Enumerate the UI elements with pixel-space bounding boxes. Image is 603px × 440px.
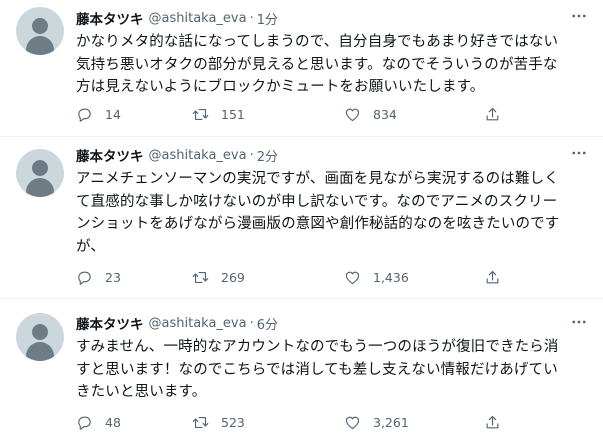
separator: · bbox=[249, 147, 254, 163]
retweet-icon bbox=[192, 108, 209, 120]
tweet-text-line: ンショットをあげながら漫画版の意図や創作秘話的なのを呟きたいのです bbox=[76, 216, 560, 232]
share-button[interactable] bbox=[484, 267, 513, 287]
separator: · bbox=[249, 315, 254, 331]
tweet-text-line: 気持ち悪いオタクの部分が見えると思います。なのでそういうのが苦手な bbox=[76, 56, 558, 73]
avatar[interactable] bbox=[16, 7, 64, 55]
share-button[interactable] bbox=[484, 412, 513, 432]
like-icon bbox=[345, 416, 360, 429]
like-button[interactable]: 1,436 bbox=[344, 267, 409, 287]
tweet-text: すみません、一時的なアカウントなのでもう一つのほうが復旧できたら消 すと思います… bbox=[76, 336, 588, 404]
tweet-text-line: すみません、一時的なアカウントなのでもう一つのほうが復旧できたら消 bbox=[76, 339, 559, 355]
tweet-text-line: 方は見えないようにブロックかミュートをお願いいたします。 bbox=[76, 79, 485, 95]
tweet-text-line: アニメチェンソーマンの実況ですが、画面を見ながら実況するのは難しく bbox=[76, 171, 559, 187]
reply-count: 14 bbox=[105, 106, 121, 122]
action-bar: 14 151 834 bbox=[76, 104, 516, 124]
reply-count: 23 bbox=[105, 269, 121, 285]
reply-button[interactable]: 23 bbox=[76, 267, 121, 287]
separator: · bbox=[249, 10, 254, 26]
retweet-button[interactable]: 151 bbox=[192, 104, 245, 124]
tweet-text-line: て直感的な事しか呟けないのが申し訳ないです。なのでアニメのスクリー bbox=[76, 193, 558, 210]
timestamp[interactable]: 1分 bbox=[257, 9, 278, 28]
tweet-text-line: すと思います！なのでこちらでは消しても差し支えない情報だけあげてい bbox=[76, 361, 558, 378]
share-button[interactable] bbox=[484, 104, 513, 124]
tweet-text: かなりメタ的な話になってしまうので、自分自身でもあまり好きではない 気持ち悪いオ… bbox=[76, 31, 588, 99]
more-icon[interactable] bbox=[569, 143, 589, 163]
avatar[interactable] bbox=[16, 149, 64, 197]
author-name[interactable]: 藤本タツキ bbox=[76, 313, 144, 333]
tweet-text-line: かなりメタ的な話になってしまうので、自分自身でもあまり好きではない bbox=[76, 34, 559, 50]
author-handle[interactable]: @ashitaka_eva bbox=[149, 316, 247, 331]
retweet-count: 523 bbox=[221, 414, 245, 430]
tweet-text-line: きたいと思います。 bbox=[76, 384, 207, 400]
reply-icon bbox=[78, 108, 91, 122]
reply-count: 48 bbox=[105, 414, 121, 430]
retweet-icon bbox=[192, 416, 209, 428]
author-handle[interactable]: @ashitaka_eva bbox=[149, 11, 247, 26]
reply-button[interactable]: 48 bbox=[76, 412, 121, 432]
retweet-button[interactable]: 269 bbox=[192, 267, 245, 287]
timestamp[interactable]: 2分 bbox=[257, 146, 278, 165]
retweet-icon bbox=[192, 271, 209, 283]
like-count: 3,261 bbox=[373, 414, 409, 430]
tweet-text-line: が、 bbox=[76, 238, 106, 255]
like-count: 834 bbox=[373, 106, 397, 122]
reply-button[interactable]: 14 bbox=[76, 104, 121, 124]
action-bar: 48 523 3,261 bbox=[76, 412, 516, 432]
like-icon bbox=[345, 108, 360, 121]
reply-icon bbox=[78, 416, 91, 430]
retweet-button[interactable]: 523 bbox=[192, 412, 245, 432]
retweet-count: 269 bbox=[221, 269, 245, 285]
like-count: 1,436 bbox=[373, 269, 409, 285]
author-handle[interactable]: @ashitaka_eva bbox=[149, 148, 247, 163]
tweet-text: アニメチェンソーマンの実況ですが、画面を見ながら実況するのは難しく て直感的な事… bbox=[76, 168, 588, 258]
more-icon[interactable] bbox=[569, 6, 589, 26]
reply-icon bbox=[78, 271, 91, 285]
tweet[interactable]: 藤本タツキ @ashitaka_eva · 2分 アニメチェンソーマンの実況です… bbox=[0, 137, 603, 299]
like-button[interactable]: 3,261 bbox=[344, 412, 409, 432]
share-icon bbox=[486, 270, 499, 283]
share-icon bbox=[486, 107, 499, 120]
tweet[interactable]: 藤本タツキ @ashitaka_eva · 1分 かなりメタ的な話になってしまう… bbox=[0, 0, 603, 137]
avatar[interactable] bbox=[16, 313, 64, 361]
like-button[interactable]: 834 bbox=[344, 104, 397, 124]
more-icon[interactable] bbox=[569, 312, 589, 332]
share-icon bbox=[486, 415, 499, 428]
like-icon bbox=[345, 271, 360, 284]
action-bar: 23 269 1,436 bbox=[76, 267, 516, 287]
timestamp[interactable]: 6分 bbox=[257, 314, 278, 333]
author-name[interactable]: 藤本タツキ bbox=[76, 145, 144, 165]
retweet-count: 151 bbox=[221, 106, 245, 122]
tweet[interactable]: 藤本タツキ @ashitaka_eva · 6分 すみません、一時的なアカウント… bbox=[0, 299, 603, 440]
author-name[interactable]: 藤本タツキ bbox=[76, 8, 144, 28]
